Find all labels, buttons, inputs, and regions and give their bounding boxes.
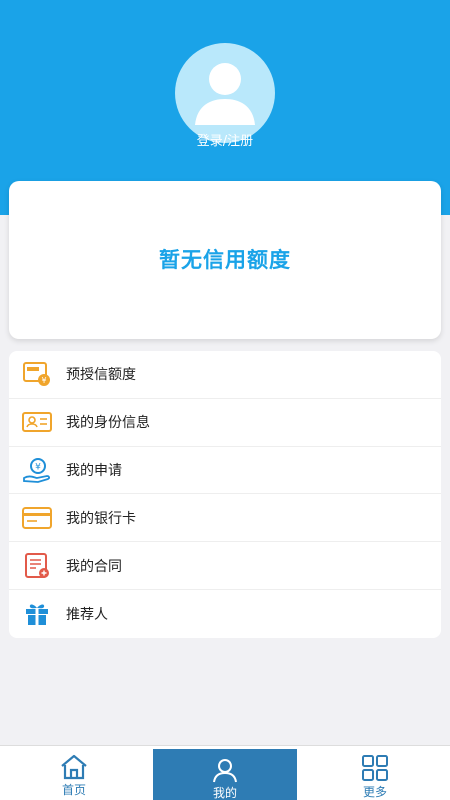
- menu-item-contract[interactable]: 我的合同: [9, 542, 441, 590]
- profile-menu: ¥ 预授信额度 我的身份信息 ¥ 我的申请 我的银行卡 我的合同 推荐人: [9, 351, 441, 638]
- contract-icon: [20, 552, 54, 580]
- menu-label: 我的申请: [66, 462, 122, 479]
- tab-more[interactable]: 更多: [331, 746, 419, 800]
- user-icon: [213, 759, 237, 783]
- pre-credit-icon: ¥: [20, 360, 54, 388]
- credit-status-text: 暂无信用额度: [159, 248, 291, 272]
- menu-item-pre-credit[interactable]: ¥ 预授信额度: [9, 351, 441, 399]
- svg-text:¥: ¥: [41, 376, 46, 385]
- tab-home[interactable]: 首页: [30, 746, 118, 800]
- menu-item-bank-card[interactable]: 我的银行卡: [9, 494, 441, 543]
- menu-label: 我的身份信息: [66, 415, 150, 432]
- menu-item-application[interactable]: ¥ 我的申请: [9, 447, 441, 495]
- grid-icon: [362, 755, 388, 781]
- tab-mine[interactable]: 我的: [153, 749, 297, 800]
- yuan-hand-icon: ¥: [20, 456, 54, 484]
- bank-card-icon: [20, 504, 54, 532]
- menu-label: 推荐人: [66, 606, 108, 623]
- menu-item-referrer[interactable]: 推荐人: [9, 590, 441, 638]
- menu-item-identity[interactable]: 我的身份信息: [9, 399, 441, 447]
- svg-text:¥: ¥: [35, 462, 41, 472]
- menu-label: 我的合同: [66, 558, 122, 575]
- tab-label: 更多: [362, 785, 387, 799]
- credit-limit-card: 暂无信用额度: [9, 181, 441, 339]
- avatar[interactable]: [175, 43, 275, 143]
- id-card-icon: [20, 408, 54, 436]
- login-register-link[interactable]: 登录/注册: [0, 130, 450, 149]
- bottom-tab-bar: 首页 我的 更多: [0, 745, 450, 800]
- home-icon: [61, 754, 87, 780]
- user-avatar-icon: [195, 63, 255, 125]
- menu-label: 我的银行卡: [66, 510, 136, 527]
- tab-label: 我的: [212, 786, 237, 800]
- menu-label: 预授信额度: [66, 367, 136, 384]
- gift-icon: [20, 600, 54, 628]
- tab-label: 首页: [61, 783, 86, 797]
